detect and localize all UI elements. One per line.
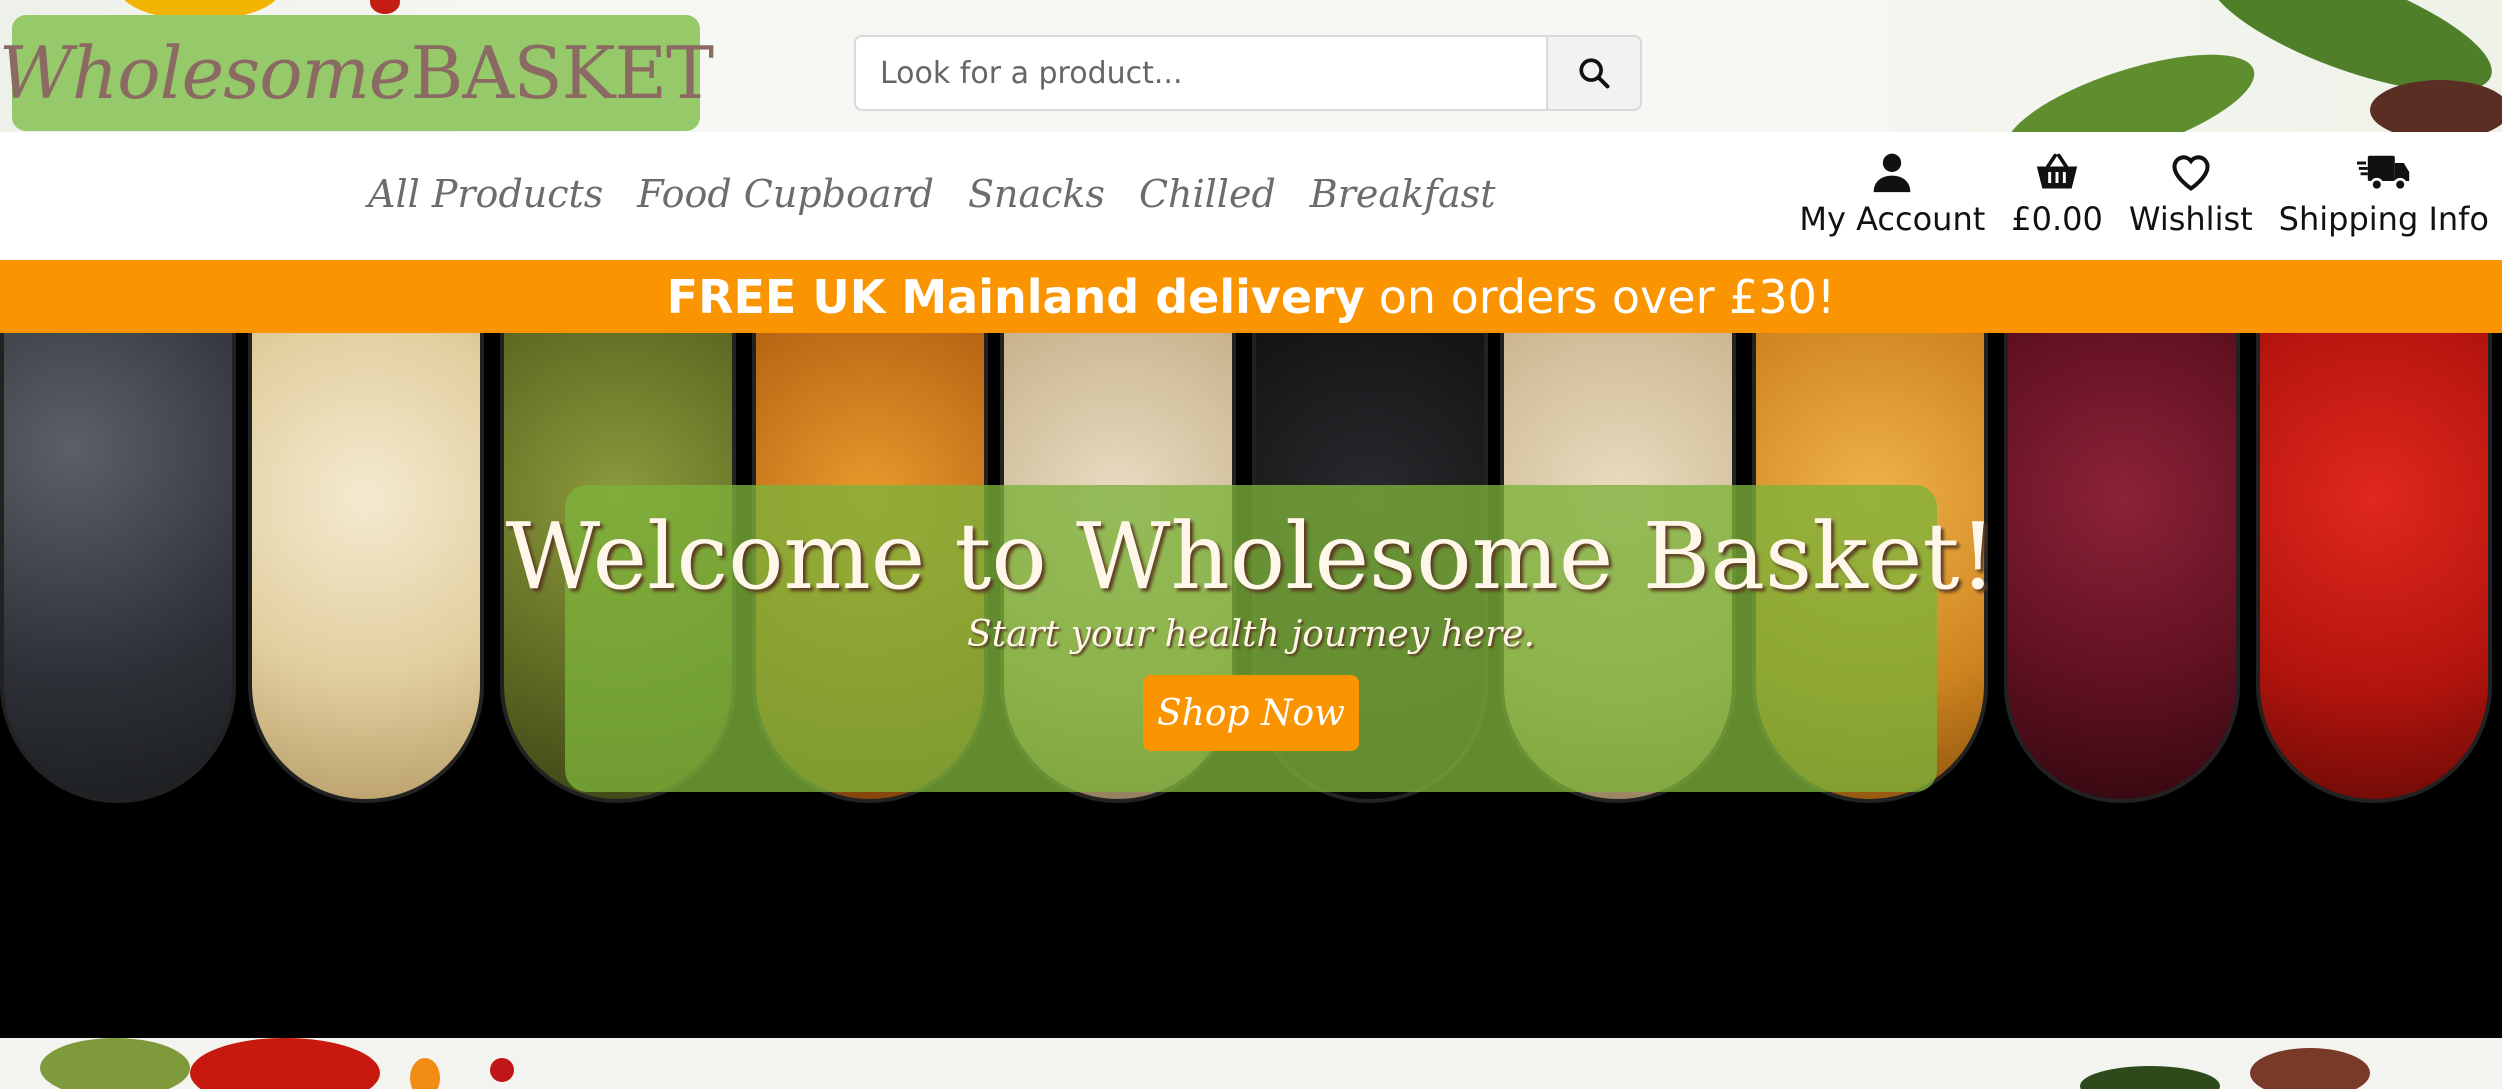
hero-card: Welcome to Wholesome Basket! Start your …	[506, 485, 1996, 792]
search-bar	[854, 35, 1642, 111]
herb-image	[1994, 31, 2266, 132]
shop-now-button[interactable]: Shop Now	[1143, 675, 1359, 751]
logo-text: WholesomeBASKET	[0, 31, 714, 115]
promo-text: on orders over £30!	[1378, 269, 1836, 324]
account-nav: My Account £0.00 Wishlist Shipping Info	[1786, 150, 2502, 238]
nav-link-snacks[interactable]: Snacks	[968, 172, 1105, 216]
wishlist-label: Wishlist	[2128, 200, 2253, 238]
leaf-image	[2080, 1066, 2220, 1089]
bean-tube-image	[248, 333, 484, 803]
shipping-info-link[interactable]: Shipping Info	[2266, 150, 2502, 238]
promo-strong-text: FREE UK Mainland delivery	[666, 269, 1365, 324]
basket-total: £0.00	[2011, 200, 2103, 238]
my-account-link[interactable]: My Account	[1786, 150, 1998, 238]
basket-link[interactable]: £0.00	[1998, 150, 2116, 238]
my-account-label: My Account	[1799, 200, 1986, 238]
search-input[interactable]	[854, 35, 1546, 111]
hero-banner: Welcome to Wholesome Basket! Start your …	[0, 333, 2502, 1038]
heart-icon	[2172, 155, 2210, 191]
hero-title: Welcome to Wholesome Basket!	[505, 503, 1997, 610]
spice-image	[2250, 1048, 2370, 1089]
promo-banner: FREE UK Mainland delivery on orders over…	[0, 260, 2502, 333]
main-nav: All Products Food Cupboard Snacks Chille…	[0, 132, 2502, 260]
shipping-info-label: Shipping Info	[2278, 200, 2489, 238]
search-button[interactable]	[1546, 35, 1642, 111]
pepper-image	[410, 1058, 440, 1089]
basket-icon	[2036, 153, 2078, 189]
header-background: WholesomeBASKET	[0, 0, 2502, 132]
hero-shadow	[0, 803, 2502, 1038]
search-icon	[1579, 58, 1610, 89]
bean-tube-image	[2004, 333, 2240, 803]
wishlist-link[interactable]: Wishlist	[2116, 150, 2266, 238]
chili-image	[370, 0, 400, 14]
logo-text-part2: BASKET	[410, 31, 714, 115]
nav-link-food-cupboard[interactable]: Food Cupboard	[637, 172, 934, 216]
nav-link-breakfast[interactable]: Breakfast	[1310, 172, 1496, 216]
user-icon	[1873, 153, 1911, 193]
footer-background	[0, 1038, 2502, 1089]
nav-link-all-products[interactable]: All Products	[368, 172, 603, 216]
nav-link-chilled[interactable]: Chilled	[1139, 172, 1276, 216]
bean-tube-image	[0, 333, 236, 803]
pepper-image	[190, 1038, 380, 1089]
truck-icon	[2356, 155, 2410, 192]
logo-text-part1: Wholesome	[0, 31, 411, 115]
hero-subtitle: Start your health journey here.	[966, 614, 1536, 655]
category-links: All Products Food Cupboard Snacks Chille…	[368, 172, 1496, 216]
logo[interactable]: WholesomeBASKET	[0, 15, 714, 131]
berry-image	[490, 1058, 514, 1082]
spice-image	[2370, 80, 2502, 132]
herb-image	[40, 1038, 190, 1089]
bean-tube-image	[2256, 333, 2492, 803]
